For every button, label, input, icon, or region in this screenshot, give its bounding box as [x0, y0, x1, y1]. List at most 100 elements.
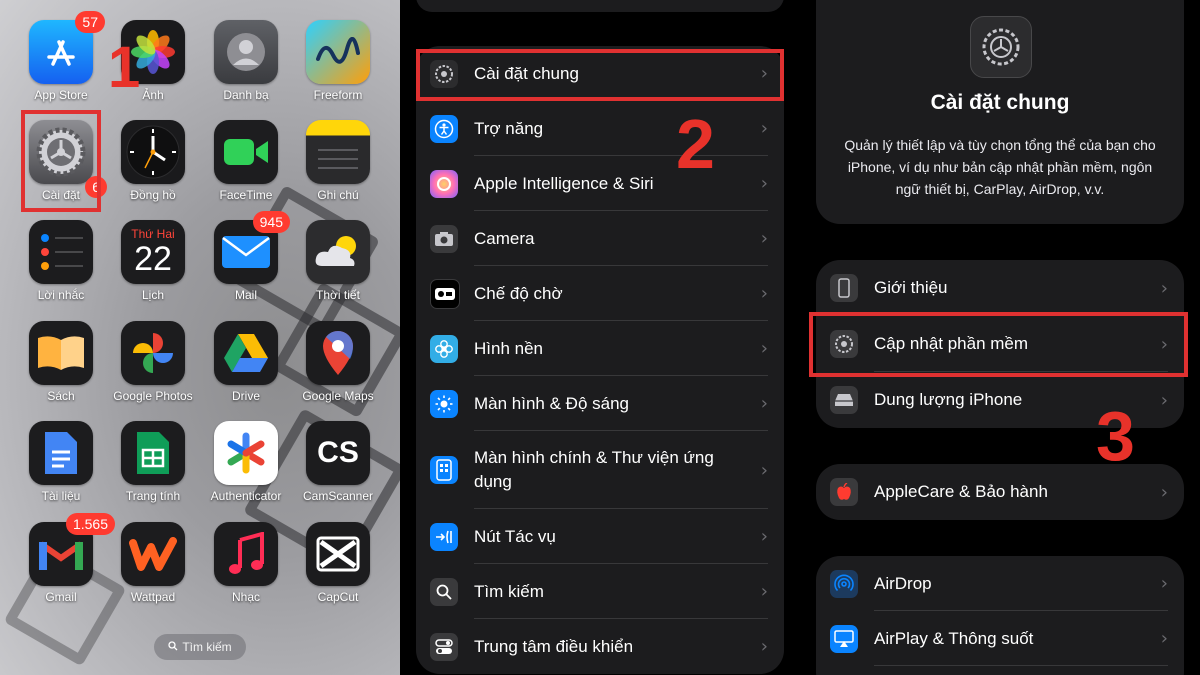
general-description: Quản lý thiết lập và tùy chọn tổng thể c…: [844, 137, 1156, 197]
capcut-app[interactable]: CapCut: [292, 522, 384, 604]
control-center-icon: [430, 632, 458, 661]
notes-icon: [306, 120, 370, 184]
settings-row-label: Màn hình chính & Thư viện ứng dụng: [474, 448, 714, 491]
app-label: FaceTime: [219, 188, 273, 202]
chevron-right-icon: ›: [760, 581, 768, 602]
step-number-3: 3: [1096, 397, 1135, 475]
camscanner-app[interactable]: CS CamScanner: [292, 421, 384, 503]
app-label: Tài liệu: [41, 489, 81, 503]
flower-icon: [430, 334, 458, 363]
settings-panel: Cài đặt chung › Trợ năng › Apple Intelli…: [400, 0, 800, 675]
app-label: Danh bạ: [223, 88, 269, 102]
chevron-right-icon: ›: [760, 526, 768, 547]
sheets-app[interactable]: Trang tính: [107, 421, 199, 503]
wattpad-app[interactable]: Wattpad: [107, 522, 199, 604]
chevron-right-icon: ›: [760, 338, 768, 359]
chevron-right-icon: ›: [1160, 628, 1168, 649]
gmail-app[interactable]: 1.565 Gmail: [15, 513, 115, 604]
camscanner-logo-text: CS: [317, 436, 359, 469]
reminders-app[interactable]: Lời nhắc: [15, 220, 107, 302]
settings-row-control-center[interactable]: Trung tâm điều khiển ›: [416, 619, 784, 674]
settings-row-action-button[interactable]: Nút Tác vụ ›: [416, 509, 784, 564]
calendar-icon: Thứ Hai 22: [121, 220, 185, 284]
gmail-icon: 1.565: [29, 513, 115, 586]
settings-row-label: Tìm kiếm: [474, 581, 544, 601]
gear-icon: [970, 16, 1032, 78]
notification-badge: 945: [252, 211, 290, 233]
settings-row-home-screen[interactable]: Màn hình chính & Thư viện ứng dụng ›: [416, 431, 784, 509]
clock-app[interactable]: Đồng hồ: [107, 120, 199, 202]
settings-row-standby[interactable]: Chế độ chờ ›: [416, 266, 784, 321]
weather-app[interactable]: Thời tiết: [292, 220, 384, 302]
settings-row-search[interactable]: Tìm kiếm ›: [416, 564, 784, 619]
settings-row-accessibility[interactable]: Trợ năng ›: [416, 101, 784, 156]
app-label: Lời nhắc: [37, 288, 85, 302]
search-icon: [168, 640, 178, 654]
app-store-app[interactable]: 57 App Store: [15, 11, 107, 102]
google-maps-app[interactable]: Google Maps: [292, 321, 384, 403]
chevron-right-icon: ›: [760, 228, 768, 249]
storage-icon: [830, 386, 858, 414]
drive-app[interactable]: Drive: [200, 321, 292, 403]
settings-row-display[interactable]: Màn hình & Độ sáng ›: [416, 376, 784, 431]
docs-app[interactable]: Tài liệu: [15, 421, 107, 503]
app-label: CamScanner: [302, 489, 374, 503]
settings-row-label: Màn hình & Độ sáng: [474, 393, 629, 413]
settings-row-label: Trung tâm điều khiển: [474, 636, 634, 656]
settings-row-camera[interactable]: Camera ›: [416, 211, 784, 266]
search-icon: [430, 577, 458, 606]
weather-icon: [306, 220, 370, 284]
facetime-app[interactable]: FaceTime: [200, 120, 292, 202]
general-header-card: Cài đặt chung Quản lý thiết lập và tùy c…: [816, 0, 1184, 224]
chevron-right-icon: ›: [760, 636, 768, 657]
apple-icon: [830, 478, 858, 506]
chevron-right-icon: ›: [760, 393, 768, 414]
sheets-icon: [121, 421, 185, 485]
step-number-1: 1: [108, 35, 141, 100]
books-app[interactable]: Sách: [15, 321, 107, 403]
app-label: Lịch: [141, 288, 164, 302]
general-row-label: Giới thiệu: [874, 278, 948, 297]
general-row-airdrop[interactable]: AirDrop ›: [816, 556, 1184, 611]
settings-row-apple-intelligence[interactable]: Apple Intelligence & Siri ›: [416, 156, 784, 211]
chevron-right-icon: ›: [760, 459, 768, 481]
general-row-about[interactable]: Giới thiệu ›: [816, 260, 1184, 316]
airplay-icon: [830, 624, 858, 653]
capcut-icon: [306, 522, 370, 586]
contacts-app[interactable]: Danh bạ: [200, 20, 292, 102]
chevron-right-icon: ›: [1160, 277, 1168, 299]
chevron-right-icon: ›: [1160, 481, 1168, 503]
google-photos-app[interactable]: Google Photos: [107, 321, 199, 403]
google-photos-icon: [121, 321, 185, 385]
settings-row-wallpaper[interactable]: Hình nền ›: [416, 321, 784, 376]
app-label: App Store: [34, 88, 88, 102]
authenticator-icon: [214, 421, 278, 485]
home-screen-icon: [430, 456, 458, 484]
notes-app[interactable]: Ghi chú: [292, 120, 384, 202]
general-row-highlight: [416, 49, 784, 101]
chevron-right-icon: ›: [760, 173, 768, 194]
app-label: Freeform: [313, 88, 363, 102]
freeform-app[interactable]: Freeform: [292, 20, 384, 102]
calendar-app[interactable]: Thứ Hai 22 Lịch: [107, 220, 199, 302]
music-app[interactable]: Nhạc: [200, 522, 292, 604]
docs-icon: [29, 421, 93, 485]
books-icon: [29, 321, 93, 385]
general-row-label: Dung lượng iPhone: [874, 390, 1023, 409]
app-store-icon: 57: [29, 11, 105, 84]
mail-app[interactable]: 945 Mail: [200, 211, 292, 302]
settings-row-label: Trợ năng: [474, 118, 544, 138]
authenticator-app[interactable]: Authenticator: [200, 421, 292, 503]
phone-icon: [830, 274, 858, 302]
app-label: Nhạc: [231, 590, 260, 604]
step-number-2: 2: [676, 105, 715, 183]
action-button-icon: [430, 522, 458, 551]
spotlight-search-button[interactable]: Tìm kiếm: [154, 634, 246, 660]
clock-icon: [121, 120, 185, 184]
app-label: CapCut: [317, 590, 359, 604]
camera-icon: [430, 224, 458, 253]
brightness-icon: [430, 389, 458, 418]
app-label: Ghi chú: [317, 188, 359, 202]
general-row-airplay[interactable]: AirPlay & Thông suốt ›: [816, 611, 1184, 666]
camscanner-icon: CS: [306, 421, 370, 485]
